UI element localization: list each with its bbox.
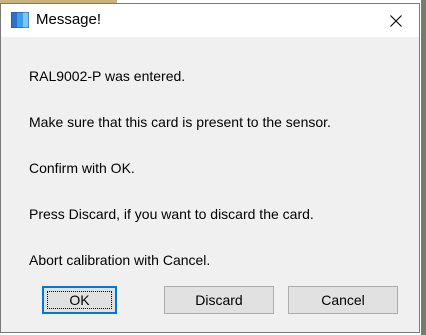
discard-button[interactable]: Discard: [164, 286, 274, 314]
discard-button-label: Discard: [195, 292, 243, 308]
message-line-entered: RAL9002-P was entered.: [29, 68, 186, 84]
close-icon: [390, 14, 402, 27]
title-bar[interactable]: Message!: [1, 4, 419, 37]
cancel-button[interactable]: Cancel: [288, 286, 398, 314]
ok-button[interactable]: OK: [42, 286, 117, 314]
background-strip-right: [421, 0, 426, 335]
message-line-confirm: Confirm with OK.: [29, 160, 135, 176]
ok-button-label: OK: [69, 292, 90, 308]
cancel-button-label: Cancel: [321, 292, 365, 308]
message-line-discard: Press Discard, if you want to discard th…: [29, 206, 314, 222]
message-line-abort: Abort calibration with Cancel.: [29, 252, 211, 268]
message-line-present: Make sure that this card is present to t…: [29, 114, 331, 130]
message-dialog: Message! RAL9002-P was entered. Make sur…: [0, 3, 420, 333]
window-title: Message!: [36, 11, 102, 28]
app-icon: [11, 12, 29, 28]
close-button[interactable]: [373, 4, 419, 37]
